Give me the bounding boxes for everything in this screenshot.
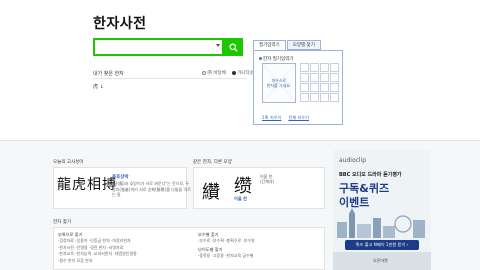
search-icon [229, 42, 238, 52]
sort-option-0[interactable]: ㈜ 바탕체 [202, 70, 226, 76]
recent-history-item[interactable]: 虎 ↓ [93, 83, 104, 90]
idiom-section-label: 오늘의 고사성어 [53, 160, 84, 165]
panel-title: 한자 필기입력기 [259, 56, 293, 62]
search-button[interactable] [224, 38, 243, 56]
recent-hanja-label: 내가 찾은 한자 [93, 71, 124, 77]
radio-selected-icon [231, 70, 236, 75]
candidate-cell[interactable] [310, 73, 319, 82]
ad-sponsor: 오픈마켓 [373, 258, 388, 263]
handwriting-panel: 한자 필기입력기 마우스로 한자를 그세요. 1획 지우기 전체 지우기 [253, 50, 343, 125]
drawing-canvas[interactable]: 마우스로 한자를 그세요. [262, 63, 296, 103]
candidate-cell[interactable] [320, 93, 329, 102]
chevron-down-icon[interactable] [216, 44, 220, 47]
candidate-cell[interactable] [330, 73, 339, 82]
lookalike-hanja-left: 纘 [202, 182, 220, 203]
ad-brand: audioclip [339, 157, 367, 164]
candidate-cell[interactable] [320, 83, 329, 92]
find-card: 부록으로 찾기 ·검정자료 ·상용자 ·인증급 한자 ·미정리한자 ·한자사전 … [53, 227, 325, 270]
page-title: 한자사전 [93, 16, 147, 32]
candidate-cell[interactable] [300, 93, 309, 102]
sort-option-1[interactable]: 가나다순 [231, 70, 254, 76]
candidate-cell[interactable] [300, 73, 309, 82]
candidate-cell[interactable] [300, 83, 309, 92]
panel-links: 1획 지우기 전체 지우기 [262, 115, 309, 121]
ad-cta-button[interactable]: 퀴즈 풀고 N페이 1만원 받기 › [345, 240, 419, 250]
skyline-illustration [337, 208, 425, 238]
search-area: 한자사전 내가 찾은 한자 ㈜ 바탕체 가나다순 虎 ↓ 필기입력기 모양별 찾… [0, 0, 480, 140]
undo-stroke-link[interactable]: 1획 지우기 [262, 115, 281, 121]
idiom-reading: 용호상박 [112, 175, 129, 180]
candidate-cell[interactable] [320, 63, 329, 72]
find-row[interactable]: ·부수로 ·부수획 ·총획수로 ·부수명 [198, 238, 255, 245]
lookalike-card[interactable]: 纘 缵 이을 찬 (간체자) 이을 찬 [193, 167, 325, 209]
candidate-cell[interactable] [310, 83, 319, 92]
candidate-cell[interactable] [330, 63, 339, 72]
idiom-card[interactable]: 龍虎相搏 용호상박 "용(龍)과 호랑이가 서로 싸운다"는 뜻으로, 두 강자… [53, 167, 191, 209]
clear-all-link[interactable]: 전체 지우기 [288, 115, 309, 121]
candidate-grid [300, 63, 339, 102]
bullet-icon [259, 57, 262, 60]
divider [93, 78, 247, 79]
audioclip-ad-banner[interactable]: audioclip BBC 오디오 드라마 듣기평가 구독&퀴즈 이벤트 퀴즈 … [333, 150, 431, 270]
sort-options: ㈜ 바탕체 가나다순 [202, 70, 254, 76]
candidate-cell[interactable] [330, 93, 339, 102]
idiom-hanja: 龍虎相搏 [57, 177, 117, 193]
find-section-label: 한자 찾기 [53, 220, 71, 225]
search-input[interactable] [95, 40, 213, 54]
candidate-cell[interactable] [300, 63, 309, 72]
tab-handwriting[interactable]: 필기입력기 [253, 40, 286, 50]
find-row[interactable]: ·중학용 ·고등용 ·한자교육 급수별 [198, 253, 253, 260]
lookalike-reading: 이을 찬 [234, 196, 248, 201]
find-row[interactable]: ·필수 한자 모음 한자 [58, 258, 93, 265]
lookalike-sub: (간체자) [260, 179, 275, 184]
ad-line-1: BBC 오디오 드라마 듣기평가 [339, 172, 402, 178]
search-box[interactable] [93, 38, 224, 56]
idiom-description: "용(龍)과 호랑이가 서로 싸운다"는 뜻으로, 두 강자(強者)끼리 서로 … [112, 181, 191, 197]
candidate-cell[interactable] [330, 83, 339, 92]
lookalike-hanja-right: 缵 [234, 176, 252, 197]
candidate-cell[interactable] [310, 93, 319, 102]
tab-shape-search[interactable]: 모양별 찾기 [286, 40, 321, 50]
lookalike-section-label: 같은 한자, 다른 모양 [193, 160, 232, 165]
candidate-cell[interactable] [310, 63, 319, 72]
radio-icon [202, 70, 206, 75]
candidate-cell[interactable] [320, 73, 329, 82]
drawing-hint: 마우스로 한자를 그세요. [266, 78, 292, 88]
input-tabs: 필기입력기 모양별 찾기 [253, 40, 322, 50]
